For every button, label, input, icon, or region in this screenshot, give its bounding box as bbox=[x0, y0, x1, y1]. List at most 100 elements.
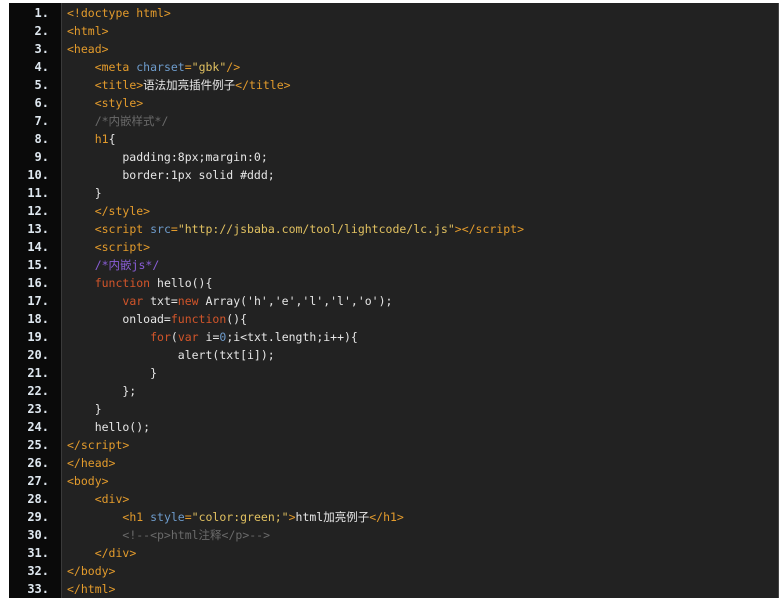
code-token: </script> bbox=[67, 438, 130, 452]
code-token: { bbox=[108, 132, 116, 146]
code-line: var txt=new Array('h','e','l','l','o'); bbox=[67, 292, 392, 310]
line-number: 1. bbox=[34, 6, 49, 20]
code-line: alert(txt[i]); bbox=[67, 346, 275, 364]
code-line: function hello(){ bbox=[67, 274, 213, 292]
line-number: 21. bbox=[27, 366, 49, 380]
code-token: </h1> bbox=[369, 510, 404, 524]
code-token: /> bbox=[226, 60, 241, 74]
code-line: }; bbox=[67, 382, 136, 400]
code-token: > bbox=[288, 510, 296, 524]
code-token: </head> bbox=[67, 456, 116, 470]
code-token: var bbox=[177, 330, 199, 344]
line-number: 3. bbox=[34, 42, 49, 56]
code-token: <body> bbox=[67, 474, 109, 488]
code-line: } bbox=[67, 400, 102, 418]
code-line: padding:8px;margin:0; bbox=[67, 148, 268, 166]
code-token: = bbox=[184, 60, 192, 74]
code-token: style bbox=[150, 510, 185, 524]
code-token: (){ bbox=[226, 312, 248, 326]
line-number: 19. bbox=[27, 330, 49, 344]
line-number: 25. bbox=[27, 438, 49, 452]
code-token: <script> bbox=[94, 240, 151, 254]
code-line: <title>语法加亮插件例子</title> bbox=[67, 76, 291, 94]
code-token: ( bbox=[170, 330, 178, 344]
code-line: <script> bbox=[67, 238, 150, 256]
code-token: new bbox=[177, 294, 199, 308]
code-token: charset bbox=[136, 60, 185, 74]
code-token: html加亮例子 bbox=[295, 510, 370, 524]
code-line: <body> bbox=[67, 472, 109, 490]
line-number: 32. bbox=[27, 564, 49, 578]
code-token: </html> bbox=[67, 582, 116, 596]
code-token: </style> bbox=[94, 204, 151, 218]
code-line: </style> bbox=[67, 202, 150, 220]
code-line: </html> bbox=[67, 580, 115, 598]
line-number-gutter: 1. 2. 3. 4. 5. 6. 7. 8. 9. 10. 11. 12. 13. 14. 15. 16. 1… bbox=[9, 3, 62, 598]
line-number: 23. bbox=[27, 402, 49, 416]
line-number: 8. bbox=[34, 132, 49, 146]
code-line: h1{ bbox=[67, 130, 116, 148]
line-number: 16. bbox=[27, 276, 49, 290]
code-token: <!doctype html> bbox=[67, 6, 171, 20]
line-number: 33. bbox=[27, 582, 49, 596]
code-token: }; bbox=[67, 384, 137, 398]
line-number: 12. bbox=[27, 204, 49, 218]
line-number: 24. bbox=[27, 420, 49, 434]
code-line: <style> bbox=[67, 94, 143, 112]
code-token: i= bbox=[198, 330, 220, 344]
line-number: 10. bbox=[27, 168, 49, 182]
code-token: txt= bbox=[143, 294, 178, 308]
code-token: padding:8px;margin:0; bbox=[67, 150, 268, 164]
line-number: 31. bbox=[27, 546, 49, 560]
code-line: </div> bbox=[67, 544, 137, 562]
code-token: "color:green;" bbox=[191, 510, 289, 524]
code-line: <!doctype html> bbox=[67, 4, 171, 22]
code-token: } bbox=[67, 402, 102, 416]
code-token: border:1px solid #ddd; bbox=[67, 168, 275, 182]
code-viewer: 1. 2. 3. 4. 5. 6. 7. 8. 9. 10. 11. 12. 13. 14. 15. 16. 1… bbox=[9, 3, 779, 598]
line-number: 30. bbox=[27, 528, 49, 542]
code-token: = bbox=[184, 510, 192, 524]
code-line: border:1px solid #ddd; bbox=[67, 166, 275, 184]
code-token: 语法加亮插件例子 bbox=[143, 78, 236, 92]
code-line: /*内嵌样式*/ bbox=[67, 112, 169, 130]
code-line: <meta charset="gbk"/> bbox=[67, 58, 240, 76]
code-line: <script src="http://jsbaba.com/tool/ligh… bbox=[67, 220, 524, 238]
code-token: ></script> bbox=[454, 222, 525, 236]
line-number: 26. bbox=[27, 456, 49, 470]
line-number: 2. bbox=[34, 24, 49, 38]
line-number: 4. bbox=[34, 60, 49, 74]
code-token: var bbox=[122, 294, 144, 308]
code-token: /*内嵌js*/ bbox=[94, 258, 160, 272]
code-token: <html> bbox=[67, 24, 109, 38]
code-token: hello(); bbox=[67, 420, 151, 434]
line-number: 11. bbox=[27, 186, 49, 200]
line-number: 27. bbox=[27, 474, 49, 488]
code-token: = bbox=[170, 222, 178, 236]
line-number: 22. bbox=[27, 384, 49, 398]
code-token: <title> bbox=[94, 78, 144, 92]
code-token: onload= bbox=[67, 312, 171, 326]
code-token: } bbox=[67, 366, 158, 380]
code-token: h1 bbox=[94, 132, 109, 146]
code-line: <div> bbox=[67, 490, 130, 508]
line-number: 7. bbox=[34, 114, 49, 128]
code-line: <head> bbox=[67, 40, 109, 58]
line-number: 13. bbox=[27, 222, 49, 236]
code-line: hello(); bbox=[67, 418, 150, 436]
code-token: src bbox=[150, 222, 171, 236]
code-line: } bbox=[67, 184, 102, 202]
line-number: 14. bbox=[27, 240, 49, 254]
